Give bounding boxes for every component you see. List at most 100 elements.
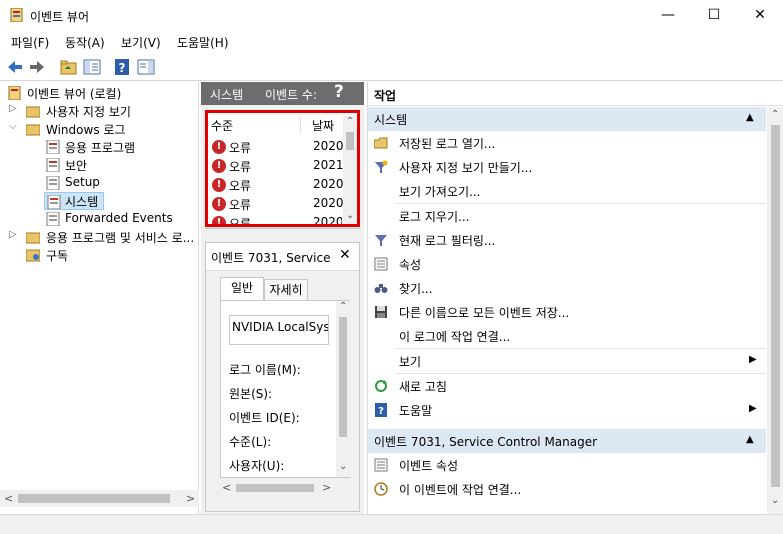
scroll-right-icon[interactable]: >: [322, 481, 331, 494]
action-label: 보기 가져오기...: [399, 185, 481, 199]
scroll-thumb[interactable]: [339, 317, 347, 437]
log-icon: [46, 175, 60, 191]
scroll-thumb[interactable]: [346, 132, 354, 150]
folder-up-icon[interactable]: [60, 58, 78, 76]
scroll-down-icon[interactable]: ⌄: [339, 461, 347, 472]
help-icon[interactable]: ?: [113, 58, 131, 76]
tab-details[interactable]: 자세히: [264, 279, 308, 301]
event-viewer-app-icon: [10, 7, 24, 23]
detail-header: 이벤트 7031, Service ✕: [206, 243, 359, 271]
maximize-button[interactable]: ☐: [691, 0, 737, 31]
action-open-saved-log[interactable]: 저장된 로그 열기...: [368, 131, 766, 155]
event-row[interactable]: ! 오류 2021: [212, 157, 344, 176]
action-refresh[interactable]: 새로 고침: [368, 374, 766, 398]
close-button[interactable]: ✕: [737, 0, 783, 31]
tree-item-forwarded-events[interactable]: Forwarded Events: [0, 210, 199, 228]
tree-item-custom-views[interactable]: ▷ 사용자 지정 보기: [0, 102, 199, 120]
menu-action[interactable]: 동작(A): [65, 34, 105, 51]
list-horizontal-scrollbar[interactable]: [205, 228, 360, 236]
folder-open-icon: [25, 122, 41, 136]
scroll-thumb[interactable]: [771, 125, 780, 487]
detail-horizontal-scrollbar[interactable]: < >: [220, 481, 335, 495]
scroll-down-icon[interactable]: ⌄: [771, 495, 779, 506]
menu-file[interactable]: 파일(F): [11, 34, 49, 51]
close-icon[interactable]: ✕: [339, 247, 351, 263]
detail-vertical-scrollbar[interactable]: ⌃ ⌄: [336, 301, 350, 477]
window-title: 이벤트 뷰어: [30, 10, 90, 24]
collapse-up-icon[interactable]: ▲: [746, 112, 754, 123]
action-attach-task-to-log[interactable]: 이 로그에 작업 연결...: [368, 324, 766, 348]
action-save-all-events-as[interactable]: 다른 이름으로 모든 이벤트 저장...: [368, 300, 766, 324]
event-row[interactable]: ! 오류 2020: [212, 214, 342, 224]
scroll-up-icon[interactable]: ⌃: [771, 109, 779, 120]
scroll-up-icon[interactable]: ⌃: [346, 116, 354, 127]
scroll-thumb[interactable]: [18, 494, 170, 503]
column-header-date[interactable]: 날짜: [312, 117, 344, 133]
action-import-view[interactable]: 보기 가져오기...: [368, 179, 766, 203]
properties-icon: [374, 458, 388, 472]
chevron-right-icon[interactable]: ▷: [9, 229, 17, 240]
chevron-right-icon[interactable]: ▷: [9, 103, 17, 114]
scroll-thumb[interactable]: [236, 484, 314, 492]
collapse-up-icon[interactable]: ▲: [746, 434, 754, 445]
tree-item-label: 응용 프로그램: [65, 141, 136, 155]
chevron-down-icon[interactable]: ⌵: [9, 121, 17, 132]
tree-item-label: Setup: [65, 175, 100, 189]
menu-view[interactable]: 보기(V): [121, 34, 161, 51]
detail-title: 이벤트 7031, Service: [211, 251, 331, 265]
action-filter-current-log[interactable]: 현재 로그 필터링...: [368, 228, 766, 252]
tree-horizontal-scrollbar[interactable]: < >: [0, 490, 199, 507]
event-row[interactable]: ! 오류 2020: [212, 195, 344, 214]
show-hide-tree-icon[interactable]: [83, 58, 101, 76]
event-level: 오류: [229, 160, 252, 174]
scroll-right-icon[interactable]: >: [186, 492, 195, 505]
field-label-log-name: 로그 이름(M):: [229, 363, 301, 377]
tree-item-app-services[interactable]: ▷ 응용 프로그램 및 서비스 로...: [0, 228, 199, 246]
action-find[interactable]: 찾기...: [368, 276, 766, 300]
event-row[interactable]: ! 오류 2020: [212, 176, 344, 195]
show-hide-action-pane-icon[interactable]: [137, 58, 155, 76]
actions-vertical-scrollbar[interactable]: ⌃ ⌄: [767, 107, 783, 514]
tree-item-security[interactable]: 보안: [0, 156, 199, 174]
event-level: 오류: [229, 217, 252, 224]
minimize-button[interactable]: —: [645, 0, 691, 31]
tree-item-system[interactable]: 시스템: [44, 192, 104, 210]
scroll-down-icon[interactable]: ⌄: [346, 210, 354, 221]
event-level: 오류: [229, 198, 252, 212]
scroll-left-icon[interactable]: <: [222, 481, 231, 494]
tree-item-application[interactable]: 응용 프로그램: [0, 138, 199, 156]
event-description-box[interactable]: NVIDIA LocalSyste: [229, 315, 329, 345]
task-clock-icon: [374, 482, 388, 496]
action-view[interactable]: 보기 ▶: [368, 349, 766, 373]
tab-general[interactable]: 일반: [220, 277, 264, 301]
section-system[interactable]: 시스템 ▲: [368, 107, 766, 131]
scroll-left-icon[interactable]: <: [4, 492, 13, 505]
action-create-custom-view[interactable]: 사용자 지정 보기 만들기...: [368, 155, 766, 179]
column-header-level[interactable]: 수준: [211, 117, 301, 133]
section-title: 이벤트 7031, Service Control Manager: [374, 435, 598, 449]
action-clear-log[interactable]: 로그 지우기...: [368, 204, 766, 228]
scroll-up-icon[interactable]: ⌃: [339, 301, 347, 312]
event-row[interactable]: ! 오류 2020: [212, 138, 344, 157]
action-properties[interactable]: 속성: [368, 252, 766, 276]
action-attach-task-to-event[interactable]: 이 이벤트에 작업 연결...: [368, 477, 766, 501]
event-date: 2020: [313, 196, 344, 210]
event-description: NVIDIA LocalSyste: [232, 320, 329, 334]
menu-help[interactable]: 도움말(H): [177, 34, 229, 51]
navigation-tree: 이벤트 뷰어 (로컬) ▷ 사용자 지정 보기 ⌵ Windows 로그 응용 …: [0, 82, 199, 514]
back-arrow-icon[interactable]: [6, 58, 24, 76]
tree-item-windows-logs[interactable]: ⌵ Windows 로그: [0, 120, 199, 138]
question-mark-icon: ?: [334, 82, 344, 102]
tree-item-setup[interactable]: Setup: [0, 174, 199, 192]
forward-arrow-icon[interactable]: [28, 58, 46, 76]
action-event-properties[interactable]: 이벤트 속성: [368, 453, 766, 477]
event-list-scrollbar[interactable]: ⌃ ⌄: [343, 116, 357, 224]
action-help[interactable]: ? 도움말 ▶: [368, 398, 766, 422]
section-event-7031[interactable]: 이벤트 7031, Service Control Manager ▲: [368, 429, 766, 453]
error-icon: !: [212, 197, 226, 211]
status-bar: [0, 514, 783, 534]
event-level: 오류: [229, 179, 252, 193]
event-date: 2021: [313, 158, 344, 172]
tree-item-root[interactable]: 이벤트 뷰어 (로컬): [0, 84, 199, 102]
tree-item-subscriptions[interactable]: 구독: [0, 246, 199, 264]
